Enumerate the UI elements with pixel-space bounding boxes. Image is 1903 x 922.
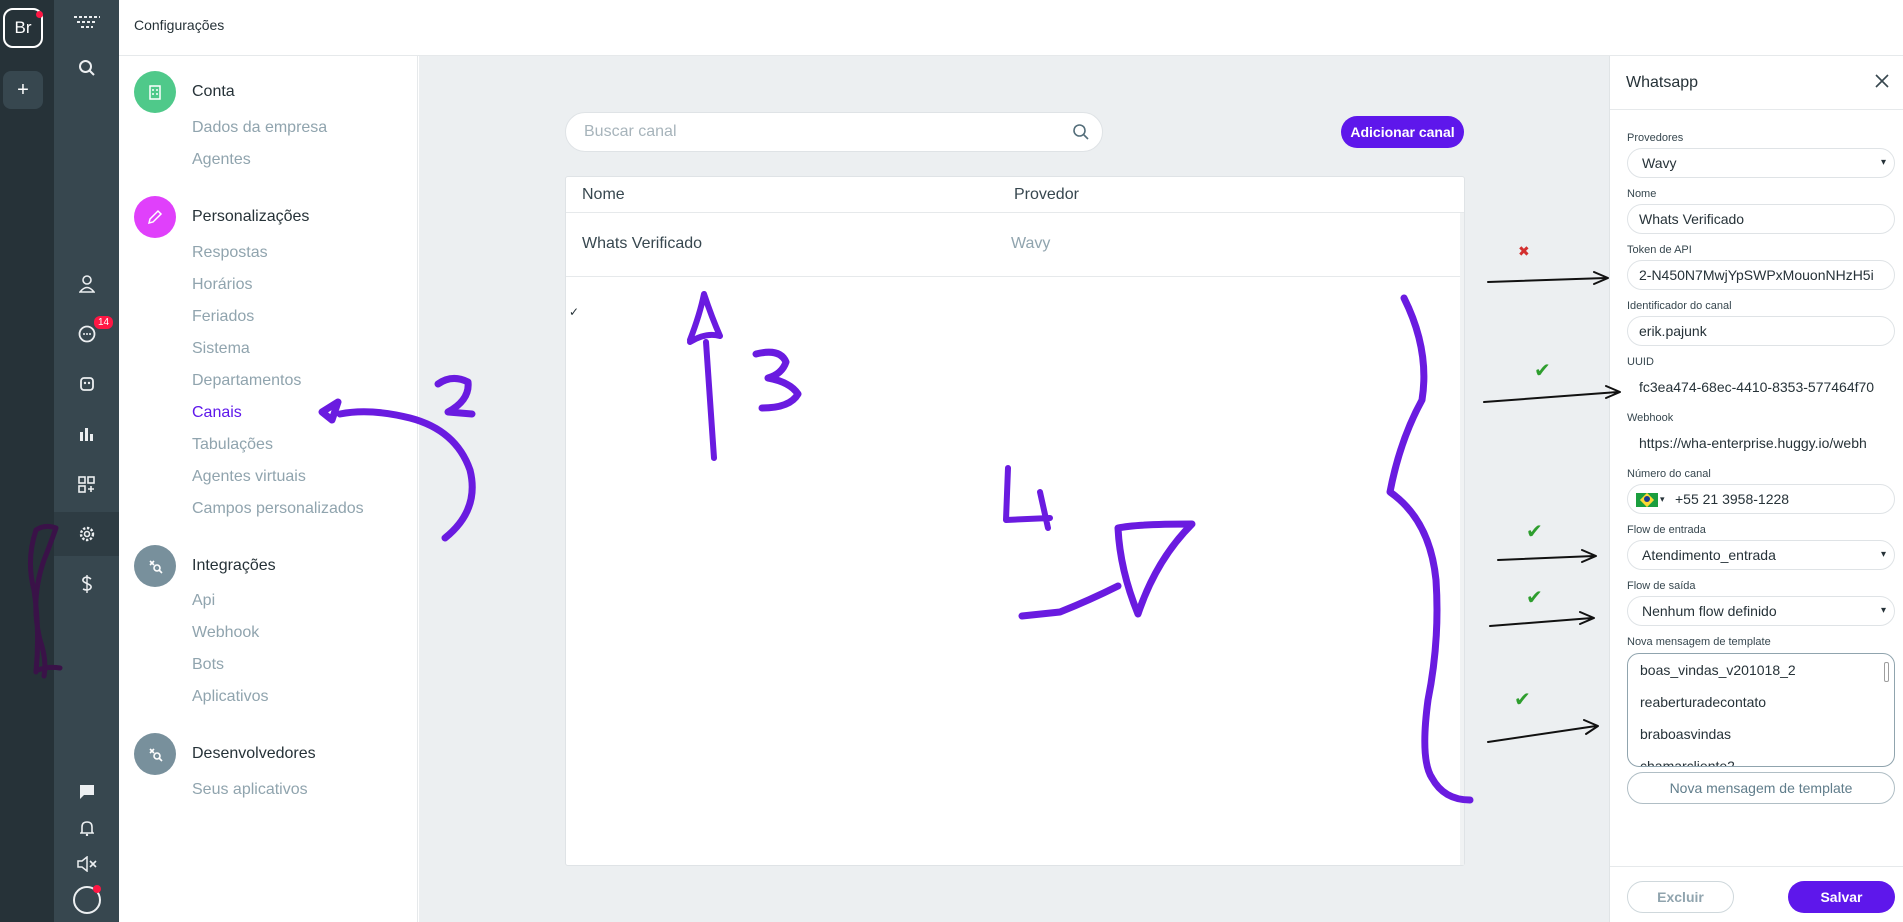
flow-out-select[interactable]: Nenhum flow definido ▾ [1627, 596, 1895, 626]
token-field[interactable]: 2-N450N7MwjYpSWPxMouonNHzH5i [1627, 260, 1895, 290]
brazil-flag-icon[interactable] [1636, 493, 1658, 507]
channel-number-field[interactable]: ▾ +55 21 3958-1228 [1627, 484, 1895, 514]
building-icon [134, 71, 176, 113]
chat-icon[interactable]: 14 [54, 312, 119, 356]
list-item[interactable]: braboasvindas [1640, 726, 1731, 742]
add-channel-button[interactable]: Adicionar canal [1341, 116, 1464, 148]
channel-name: Whats Verificado [582, 235, 703, 252]
providers-label: Provedores [1627, 132, 1684, 144]
close-icon[interactable] [1872, 71, 1892, 91]
nav-item-webhook[interactable]: Webhook [192, 624, 412, 642]
channel-id-field[interactable]: erik.pajunk [1627, 316, 1895, 346]
chevron-down-icon: ▾ [1880, 549, 1886, 560]
template-label: Nova mensagem de template [1627, 636, 1771, 648]
webhook-field[interactable]: https://wha-enterprise.huggy.io/webh [1627, 428, 1895, 458]
channel-drawer: Whatsapp Provedores Wavy ▾ Nome Whats Ve… [1609, 56, 1903, 922]
nav-item-aplicativos[interactable]: Aplicativos [192, 688, 412, 706]
check-mark: ✓ [569, 305, 580, 319]
provider-select[interactable]: Wavy ▾ [1627, 148, 1895, 178]
nav-item-sistema[interactable]: Sistema [192, 340, 412, 358]
top-bar: Configurações [119, 0, 1903, 56]
bot-icon[interactable] [54, 362, 119, 406]
chevron-down-icon: ▾ [1880, 157, 1886, 168]
nav-item-bots[interactable]: Bots [192, 656, 412, 674]
flow-in-select[interactable]: Atendimento_entrada ▾ [1627, 540, 1895, 570]
flow-out-value: Nenhum flow definido [1642, 603, 1777, 619]
new-template-button[interactable]: Nova mensagem de template [1627, 772, 1895, 804]
delete-button[interactable]: Excluir [1627, 881, 1734, 913]
settings-nav: Conta Dados da empresa Agentes Personali… [119, 56, 418, 922]
table-scrollbar[interactable] [1460, 213, 1464, 865]
name-label: Nome [1627, 188, 1657, 200]
gear-icon[interactable] [54, 512, 119, 556]
flow-in-label: Flow de entrada [1627, 524, 1706, 536]
nav-item-api[interactable]: Api [192, 592, 412, 610]
nav-item-departamentos[interactable]: Departamentos [192, 372, 412, 390]
section-title[interactable]: Personalizações [192, 208, 412, 226]
nav-item-agentes-virtuais[interactable]: Agentes virtuais [192, 468, 412, 486]
column-header-provedor[interactable]: Provedor [1014, 177, 1079, 212]
apps-icon[interactable] [54, 462, 119, 506]
token-label: Token de API [1627, 244, 1692, 256]
list-scrollbar[interactable] [1884, 662, 1889, 682]
template-list[interactable]: boas_vindas_v201018_2 reaberturadecontat… [1627, 653, 1895, 767]
nav-item-canais[interactable]: Canais [192, 404, 412, 422]
search-box [565, 112, 1103, 152]
table-row[interactable]: Whats Verificado Wavy [566, 213, 1464, 277]
chevron-down-icon[interactable]: ▾ [1660, 485, 1665, 513]
uuid-field[interactable]: fc3ea474-68ec-4410-8353-577464f70 [1627, 372, 1895, 402]
pencil-icon [134, 196, 176, 238]
plug-icon [134, 545, 176, 587]
status-icon[interactable] [54, 876, 119, 922]
section-title[interactable]: Integrações [192, 557, 412, 575]
channels-panel: Adicionar canal Nome Provedor Whats Veri… [419, 56, 1609, 922]
nav-item-tabulacoes[interactable]: Tabulações [192, 436, 412, 454]
search-icon[interactable] [1072, 123, 1090, 141]
channels-table: Nome Provedor Whats Verificado Wavy ✓ [565, 176, 1465, 866]
menu-icon[interactable] [54, 0, 119, 44]
column-header-nome[interactable]: Nome [582, 177, 625, 212]
channel-id-label: Identificador do canal [1627, 300, 1732, 312]
webhook-label: Webhook [1627, 412, 1674, 424]
nav-item-feriados[interactable]: Feriados [192, 308, 412, 326]
nav-item-respostas[interactable]: Respostas [192, 244, 412, 262]
notification-dot [36, 11, 43, 18]
nav-item-seus-aplicativos[interactable]: Seus aplicativos [192, 781, 412, 799]
flow-out-label: Flow de saída [1627, 580, 1696, 592]
user-icon[interactable] [54, 262, 119, 306]
channel-number-value: +55 21 3958-1228 [1675, 491, 1790, 507]
app-window: Br + 14 Configurações Conta Dados da emp… [0, 0, 1903, 922]
dollar-icon[interactable] [54, 562, 119, 606]
channel-provider: Wavy [1011, 235, 1051, 252]
section-title[interactable]: Desenvolvedores [192, 745, 412, 763]
provider-value: Wavy [1642, 155, 1677, 171]
chat-count-badge: 14 [94, 316, 114, 329]
page-title: Configurações [134, 17, 225, 33]
number-label: Número do canal [1627, 468, 1711, 480]
icon-rail: 14 [54, 0, 119, 922]
nav-item-horarios[interactable]: Horários [192, 276, 412, 294]
drawer-title: Whatsapp [1626, 74, 1699, 91]
nav-item-dados-da-empresa[interactable]: Dados da empresa [192, 119, 412, 137]
list-item[interactable]: reaberturadecontato [1640, 694, 1766, 710]
chevron-down-icon: ▾ [1880, 605, 1886, 616]
uuid-label: UUID [1627, 356, 1654, 368]
reports-icon[interactable] [54, 412, 119, 456]
search-input[interactable] [584, 113, 1054, 151]
name-field[interactable]: Whats Verificado [1627, 204, 1895, 234]
add-workspace-button[interactable]: + [3, 71, 43, 109]
save-button[interactable]: Salvar [1788, 881, 1895, 913]
list-item[interactable]: chamarcliente2 [1640, 758, 1735, 766]
drawer-footer-divider [1610, 866, 1903, 867]
search-icon[interactable] [54, 46, 119, 90]
workspace-strip: Br + [0, 0, 54, 922]
flow-in-value: Atendimento_entrada [1642, 547, 1776, 563]
plug-icon [134, 733, 176, 775]
nav-item-campos-personalizados[interactable]: Campos personalizados [192, 500, 412, 518]
nav-item-agentes[interactable]: Agentes [192, 151, 412, 169]
drawer-header: Whatsapp [1610, 56, 1903, 110]
list-item[interactable]: boas_vindas_v201018_2 [1640, 662, 1796, 678]
section-title[interactable]: Conta [192, 83, 412, 101]
